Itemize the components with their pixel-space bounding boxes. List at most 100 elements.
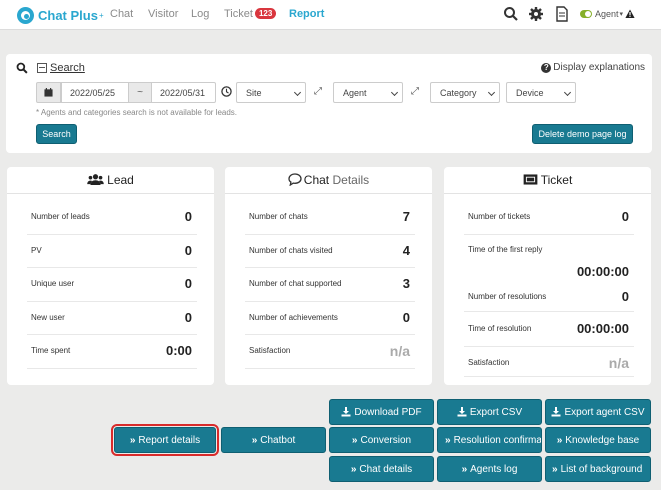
- chat-details-button[interactable]: » Chat details: [329, 456, 434, 482]
- report-details-button[interactable]: » Report details: [111, 424, 219, 456]
- agent-select-value: Agent: [343, 87, 367, 98]
- logo-plus: +: [98, 10, 104, 20]
- double-chevron-right-icon: »: [552, 463, 558, 475]
- date-to-input[interactable]: 2022/05/31: [151, 82, 216, 103]
- nav-log[interactable]: Log: [191, 8, 209, 20]
- lead-row: Unique user 0: [27, 268, 197, 302]
- row-value: n/a: [608, 355, 629, 371]
- row-label: Number of resolutions: [468, 292, 547, 301]
- ticket-card-title: Ticket: [444, 167, 651, 194]
- row-value: 00:00:00: [576, 321, 629, 336]
- gear-icon[interactable]: [528, 6, 544, 22]
- report-details-label: Report details: [138, 434, 201, 446]
- row-label: Satisfaction: [249, 346, 291, 355]
- row-value: 0: [184, 209, 192, 224]
- chevron-down-icon: [563, 88, 572, 97]
- row-value: 0: [184, 310, 192, 325]
- download-icon: [341, 407, 351, 417]
- ticket-count-badge: 123: [254, 8, 277, 19]
- double-chevron-right-icon: »: [445, 434, 451, 446]
- list-of-background-button[interactable]: » List of background: [545, 456, 651, 482]
- collapse-icon[interactable]: [37, 63, 47, 73]
- row-label: Number of tickets: [468, 212, 531, 221]
- calendar-button[interactable]: [36, 82, 61, 103]
- date-range-separator: ~: [129, 82, 151, 103]
- ticket-row: Number of resolutions 0: [464, 285, 634, 312]
- users-icon: [87, 174, 104, 185]
- conversion-button[interactable]: » Conversion: [329, 427, 434, 453]
- export-csv-button[interactable]: Export CSV: [437, 399, 542, 425]
- site-expand-button[interactable]: ⤢: [308, 82, 328, 103]
- download-icon: [551, 407, 561, 417]
- category-select[interactable]: Category: [430, 82, 500, 103]
- agent-status-menu[interactable]: Agent ▾: [580, 9, 635, 19]
- export-agent-csv-button[interactable]: Export agent CSV: [545, 399, 651, 425]
- chat-row: Number of achievements 0: [245, 302, 415, 335]
- row-label: Number of chats: [249, 212, 308, 221]
- warning-icon: [625, 9, 635, 18]
- magnifier-icon: [16, 62, 28, 74]
- chatbot-label: Chatbot: [260, 434, 296, 446]
- ticket-row: Time of the first reply 00:00:00: [464, 235, 634, 285]
- export-agent-csv-label: Export agent CSV: [564, 406, 645, 418]
- row-label: Time spent: [31, 346, 71, 355]
- document-icon[interactable]: [554, 6, 570, 22]
- display-explanations-label: Display explanations: [553, 62, 645, 73]
- row-label: Time of the first reply: [468, 245, 543, 254]
- agent-expand-button[interactable]: ⤢: [405, 82, 425, 103]
- speech-bubble-icon: [288, 173, 302, 187]
- row-label: Number of chats visited: [249, 246, 333, 255]
- search-button[interactable]: Search: [36, 124, 77, 144]
- site-select[interactable]: Site: [236, 82, 306, 103]
- double-chevron-right-icon: »: [350, 463, 357, 475]
- chat-row: Number of chats visited 4: [245, 235, 415, 268]
- row-value: 0: [184, 276, 192, 291]
- status-toggle-icon[interactable]: [580, 10, 592, 18]
- agents-log-button[interactable]: » Agents log: [437, 456, 542, 482]
- row-value: 00:00:00: [576, 264, 629, 279]
- export-csv-label: Export CSV: [469, 406, 523, 418]
- ticket-row: Number of tickets 0: [464, 201, 634, 235]
- row-value: n/a: [389, 343, 410, 359]
- row-value: 3: [402, 276, 410, 291]
- double-chevron-right-icon: »: [556, 434, 563, 446]
- nav-ticket[interactable]: Ticket 123: [224, 8, 277, 20]
- row-label: Number of leads: [31, 212, 90, 221]
- nav-chat[interactable]: Chat: [110, 8, 133, 20]
- lead-row: PV 0: [27, 235, 197, 268]
- search-toggle-link[interactable]: Search: [50, 62, 85, 74]
- nav-report[interactable]: Report: [289, 8, 324, 20]
- lead-title: Lead: [107, 173, 134, 187]
- search-icon[interactable]: [503, 6, 519, 22]
- clock-icon[interactable]: [221, 86, 232, 97]
- agent-select[interactable]: Agent: [333, 82, 403, 103]
- category-select-value: Category: [440, 87, 477, 98]
- chat-row: Number of chat supported 3: [245, 268, 415, 302]
- download-pdf-button[interactable]: Download PDF: [329, 399, 434, 425]
- date-from-input[interactable]: 2022/05/25: [61, 82, 129, 103]
- resolution-confirmation-button[interactable]: » Resolution confirma: [437, 427, 542, 453]
- double-chevron-right-icon: »: [351, 434, 358, 446]
- display-explanations-link[interactable]: ? Display explanations: [541, 62, 645, 73]
- search-header: Search: [16, 62, 85, 74]
- ticket-row: Satisfaction n/a: [464, 347, 634, 377]
- double-chevron-right-icon: »: [251, 434, 258, 446]
- row-label: New user: [31, 313, 65, 322]
- chatbot-button[interactable]: » Chatbot: [221, 427, 326, 453]
- device-select[interactable]: Device: [506, 82, 576, 103]
- site-select-value: Site: [246, 87, 262, 98]
- chat-plus-logo[interactable]: Chat Plus +: [17, 6, 104, 24]
- row-label: PV: [31, 246, 42, 255]
- resolution-label: Resolution confirma: [453, 434, 542, 446]
- chevron-down-icon: [293, 88, 302, 97]
- chat-card-title: Chat Details: [225, 167, 432, 194]
- chat-plus-logo-icon: [17, 6, 34, 24]
- row-label: Number of chat supported: [249, 279, 342, 288]
- lead-card: Lead Number of leads 0 PV 0 Unique user 0 N…: [7, 167, 214, 385]
- nav-visitor[interactable]: Visitor: [148, 8, 178, 20]
- knowledge-base-button[interactable]: » Knowledge base: [545, 427, 651, 453]
- delete-demo-page-log-button[interactable]: Delete demo page log: [532, 124, 633, 144]
- chat-title-details: Details: [332, 173, 370, 187]
- download-pdf-label: Download PDF: [354, 406, 422, 418]
- row-value: 4: [402, 243, 410, 258]
